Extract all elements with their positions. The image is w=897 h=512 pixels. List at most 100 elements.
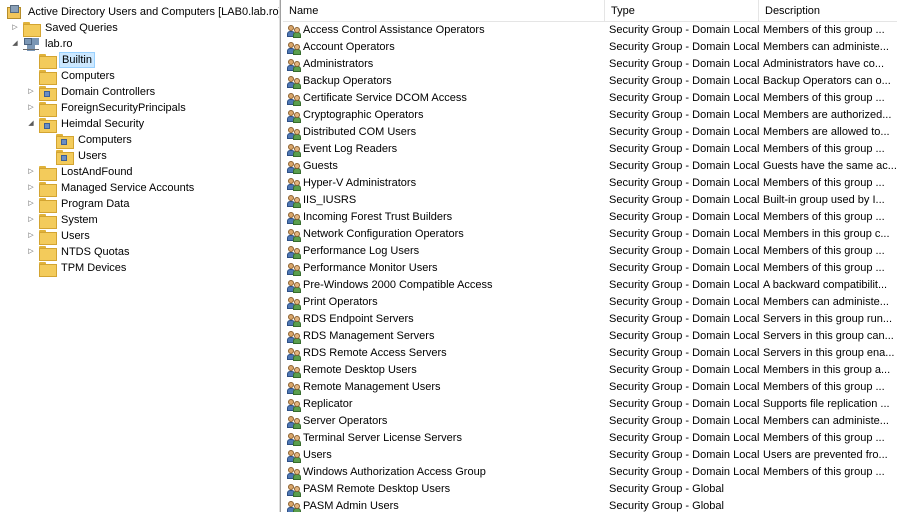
cell-type: Security Group - Domain Local xyxy=(609,466,759,478)
column-header-bar: Name Type Description xyxy=(283,0,897,22)
security-group-icon xyxy=(287,415,301,429)
security-group-icon xyxy=(287,143,301,157)
table-row[interactable]: Hyper-V Administrators Security Group - D… xyxy=(283,175,897,192)
expand-arrow-icon[interactable]: ▷ xyxy=(10,20,20,36)
cell-name: Backup Operators xyxy=(283,73,605,90)
security-group-icon xyxy=(287,245,301,259)
tree-item-saved-queries[interactable]: ▷ Saved Queries xyxy=(10,20,120,37)
table-row[interactable]: Event Log Readers Security Group - Domain… xyxy=(283,141,897,158)
table-row[interactable]: Performance Monitor Users Security Group … xyxy=(283,260,897,277)
table-row[interactable]: PASM Admin Users Security Group - Global xyxy=(283,498,897,512)
cell-type: Security Group - Domain Local xyxy=(609,415,759,427)
table-row[interactable]: Incoming Forest Trust Builders Security G… xyxy=(283,209,897,226)
security-group-icon xyxy=(287,279,301,293)
tree-item-heimdal-computers[interactable]: Computers xyxy=(56,132,134,149)
group-name: Terminal Server License Servers xyxy=(303,432,462,444)
table-row[interactable]: Cryptographic Operators Security Group - … xyxy=(283,107,897,124)
table-row[interactable]: Remote Management Users Security Group - … xyxy=(283,379,897,396)
cell-description: Members in this group a... xyxy=(763,364,891,376)
tree-item-root[interactable]: Active Directory Users and Computers [LA… xyxy=(6,4,280,20)
expand-arrow-icon[interactable]: ▷ xyxy=(26,228,36,244)
cell-description: Servers in this group ena... xyxy=(763,347,895,359)
tree-item-domain[interactable]: ◢ lab.ro xyxy=(10,36,75,52)
security-group-icon xyxy=(287,41,301,55)
tree-item-foreign-security-principals[interactable]: ▷ ForeignSecurityPrincipals xyxy=(26,100,188,117)
table-row[interactable]: Guests Security Group - Domain Local Guest… xyxy=(283,158,897,175)
expand-arrow-icon[interactable]: ▷ xyxy=(26,84,36,100)
ou-folder-icon xyxy=(39,85,57,101)
table-row[interactable]: Print Operators Security Group - Domain L… xyxy=(283,294,897,311)
tree-item-ntds-quotas[interactable]: ▷ NTDS Quotas xyxy=(26,244,131,261)
tree-item-tpm-devices[interactable]: TPM Devices xyxy=(39,260,128,277)
group-name: Network Configuration Operators xyxy=(303,228,464,240)
cell-type: Security Group - Domain Local xyxy=(609,432,759,444)
cell-name: PASM Admin Users xyxy=(283,498,605,512)
collapse-arrow-icon[interactable]: ◢ xyxy=(10,36,20,52)
expand-arrow-icon[interactable]: ▷ xyxy=(26,100,36,116)
tree-item-heimdal-users[interactable]: Users xyxy=(56,148,109,165)
table-row[interactable]: Administrators Security Group - Domain Lo… xyxy=(283,56,897,73)
cell-type: Security Group - Domain Local xyxy=(609,279,759,291)
group-name: Pre-Windows 2000 Compatible Access xyxy=(303,279,493,291)
tree-item-managed-service-accounts[interactable]: ▷ Managed Service Accounts xyxy=(26,180,196,197)
cell-name: Remote Management Users xyxy=(283,379,605,396)
table-row[interactable]: IIS_IUSRS Security Group - Domain Local Bu… xyxy=(283,192,897,209)
expand-arrow-icon[interactable]: ▷ xyxy=(26,196,36,212)
cell-name: Replicator xyxy=(283,396,605,413)
tree-item-users[interactable]: ▷ Users xyxy=(26,228,92,245)
expand-arrow-icon[interactable]: ▷ xyxy=(26,212,36,228)
table-row[interactable]: Backup Operators Security Group - Domain … xyxy=(283,73,897,90)
folder-icon xyxy=(39,261,57,277)
tree-item-builtin[interactable]: Builtin xyxy=(39,52,95,69)
security-group-icon xyxy=(287,466,301,480)
tree-item-computers[interactable]: Computers xyxy=(39,68,117,85)
group-name: Windows Authorization Access Group xyxy=(303,466,486,478)
table-row[interactable]: RDS Management Servers Security Group - D… xyxy=(283,328,897,345)
cell-type: Security Group - Domain Local xyxy=(609,126,759,138)
cell-description: Built-in group used by I... xyxy=(763,194,885,206)
column-header-name[interactable]: Name xyxy=(283,0,605,22)
table-row[interactable]: Access Control Assistance Operators Secur… xyxy=(283,22,897,39)
table-row[interactable]: Terminal Server License Servers Security … xyxy=(283,430,897,447)
group-name: Administrators xyxy=(303,58,374,70)
column-header-type[interactable]: Type xyxy=(605,0,759,22)
cell-description: Members of this group ... xyxy=(763,245,885,257)
table-row[interactable]: RDS Endpoint Servers Security Group - Dom… xyxy=(283,311,897,328)
table-row[interactable]: RDS Remote Access Servers Security Group … xyxy=(283,345,897,362)
cell-description: Members can administe... xyxy=(763,415,889,427)
column-header-description[interactable]: Description xyxy=(759,0,897,22)
cell-type: Security Group - Domain Local xyxy=(609,228,759,240)
group-name: Account Operators xyxy=(303,41,395,53)
cell-type: Security Group - Domain Local xyxy=(609,41,759,53)
table-row[interactable]: Certificate Service DCOM Access Security … xyxy=(283,90,897,107)
collapse-arrow-icon[interactable]: ◢ xyxy=(26,116,36,132)
table-row[interactable]: Pre-Windows 2000 Compatible Access Securi… xyxy=(283,277,897,294)
table-row[interactable]: PASM Remote Desktop Users Security Group … xyxy=(283,481,897,498)
tree-item-domain-controllers[interactable]: ▷ Domain Controllers xyxy=(26,84,157,101)
tree-item-program-data[interactable]: ▷ Program Data xyxy=(26,196,131,213)
cell-type: Security Group - Domain Local xyxy=(609,109,759,121)
security-group-icon xyxy=(287,381,301,395)
folder-icon xyxy=(39,181,57,197)
table-row[interactable]: Performance Log Users Security Group - Do… xyxy=(283,243,897,260)
table-row[interactable]: Distributed COM Users Security Group - Do… xyxy=(283,124,897,141)
cell-description: Members of this group ... xyxy=(763,262,885,274)
expand-arrow-icon[interactable]: ▷ xyxy=(26,180,36,196)
cell-type: Security Group - Domain Local xyxy=(609,24,759,36)
tree-item-heimdal-security[interactable]: ◢ Heimdal Security xyxy=(26,116,146,133)
cell-description: Members are authorized... xyxy=(763,109,892,121)
table-row[interactable]: Replicator Security Group - Domain Local S… xyxy=(283,396,897,413)
tree-item-system[interactable]: ▷ System xyxy=(26,212,100,229)
expand-arrow-icon[interactable]: ▷ xyxy=(26,164,36,180)
table-row[interactable]: Windows Authorization Access Group Securi… xyxy=(283,464,897,481)
table-row[interactable]: Users Security Group - Domain Local Users … xyxy=(283,447,897,464)
expand-arrow-icon[interactable]: ▷ xyxy=(26,244,36,260)
table-row[interactable]: Server Operators Security Group - Domain … xyxy=(283,413,897,430)
security-group-icon xyxy=(287,228,301,242)
table-row[interactable]: Remote Desktop Users Security Group - Dom… xyxy=(283,362,897,379)
table-row[interactable]: Network Configuration Operators Security … xyxy=(283,226,897,243)
group-name: Guests xyxy=(303,160,338,172)
tree-item-lost-and-found[interactable]: ▷ LostAndFound xyxy=(26,164,135,181)
table-row[interactable]: Account Operators Security Group - Domain… xyxy=(283,39,897,56)
cell-type: Security Group - Domain Local xyxy=(609,313,759,325)
